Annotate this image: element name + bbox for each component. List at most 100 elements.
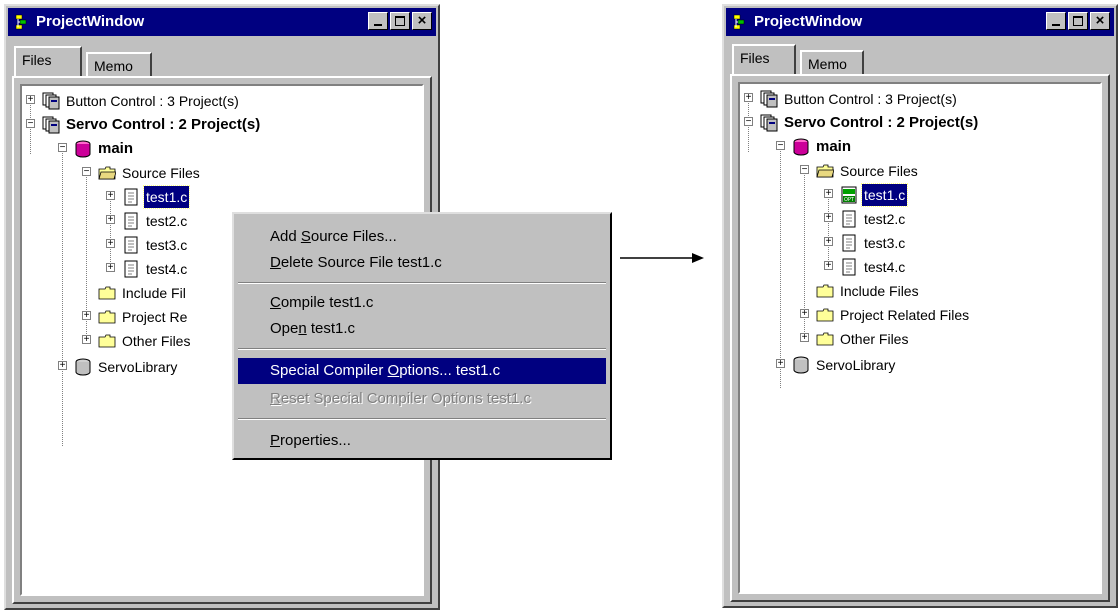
expand-icon[interactable]: +	[106, 215, 115, 225]
tab-files-label: Files	[740, 50, 770, 66]
tree-label: Other Files	[122, 333, 191, 349]
expand-icon[interactable]: +	[800, 309, 809, 319]
expand-icon[interactable]: +	[58, 361, 67, 371]
collapse-icon[interactable]: −	[26, 119, 35, 129]
expand-icon[interactable]: +	[106, 191, 115, 201]
tree-item-file[interactable]: + test3.c	[22, 234, 242, 256]
tree-item-file[interactable]: + test3.c	[740, 232, 960, 254]
expand-icon[interactable]: +	[106, 263, 115, 273]
tree-item-file[interactable]: + test1.c	[22, 185, 242, 209]
tree-label: ServoLibrary	[98, 359, 178, 375]
minimize-button[interactable]	[1046, 12, 1066, 30]
tree-label: Include Fil	[122, 285, 186, 301]
tab-memo[interactable]: Memo	[86, 52, 152, 78]
title-bar[interactable]: ProjectWindow ×	[726, 8, 1114, 36]
minimize-button[interactable]	[368, 12, 388, 30]
file-icon	[124, 236, 138, 254]
tree-item-project-related[interactable]: + Project Related Files	[740, 304, 1040, 326]
tree-label: test2.c	[146, 213, 188, 229]
tab-files[interactable]: Files	[732, 44, 796, 74]
tree-item-source-files[interactable]: − Source Files	[22, 162, 222, 184]
menu-item-delete-source-file[interactable]: Delete Source File test1.c	[238, 250, 606, 276]
expand-icon[interactable]: +	[26, 95, 35, 105]
tree-label: main	[98, 140, 134, 157]
tree-label: test2.c	[864, 211, 906, 227]
collapse-icon[interactable]: −	[776, 141, 785, 151]
menu-item-add-source-files[interactable]: Add Source Files...	[238, 224, 606, 250]
tree-item-other-files[interactable]: + Other Files	[740, 328, 980, 350]
maximize-button[interactable]	[1068, 12, 1088, 30]
tree-item-file[interactable]: + OPT test1.c	[740, 183, 960, 207]
tree-item-project-related[interactable]: + Project Re	[22, 306, 242, 328]
tree-item-servo-library[interactable]: + ServoLibrary	[22, 356, 242, 378]
tree-label: Include Files	[840, 283, 919, 299]
collapse-icon[interactable]: −	[82, 167, 91, 177]
folder-icon	[816, 308, 834, 322]
folder-icon	[98, 310, 116, 324]
tree-label: test3.c	[864, 235, 906, 251]
database-icon	[75, 140, 91, 158]
menu-item-open[interactable]: Open test1.c	[238, 316, 606, 342]
tree-item-source-files[interactable]: − Source Files	[740, 160, 940, 182]
tree-label: Source Files	[122, 165, 200, 181]
transition-arrow	[620, 253, 704, 263]
file-icon	[124, 188, 138, 206]
expand-icon[interactable]: +	[776, 359, 785, 369]
tree-item-servo-control[interactable]: − Servo Control : 2 Project(s)	[740, 112, 1060, 134]
tree-item-main[interactable]: − main	[740, 136, 940, 158]
tree-item-servo-library[interactable]: + ServoLibrary	[740, 354, 980, 376]
menu-item-special-compiler-options[interactable]: Special Compiler Options... test1.c	[238, 358, 606, 384]
expand-icon[interactable]: +	[824, 261, 833, 271]
file-icon	[842, 258, 856, 276]
close-button[interactable]: ×	[412, 12, 432, 30]
tree-item-button-control[interactable]: + Button Control : 3 Project(s)	[740, 88, 1060, 110]
tree-label: Project Re	[122, 309, 188, 325]
expand-icon[interactable]: +	[824, 237, 833, 247]
expand-icon[interactable]: +	[824, 189, 833, 199]
expand-icon[interactable]: +	[800, 333, 809, 343]
tree-item-button-control[interactable]: + Button Control : 3 Project(s)	[22, 90, 342, 112]
tree-item-file[interactable]: + test4.c	[740, 256, 960, 278]
collapse-icon[interactable]: −	[744, 117, 753, 127]
tree-label: main	[816, 138, 852, 155]
database-icon	[793, 138, 809, 156]
expand-icon[interactable]: +	[744, 93, 753, 103]
tab-memo[interactable]: Memo	[800, 50, 864, 76]
expand-icon[interactable]: +	[82, 311, 91, 321]
tree-item-servo-control[interactable]: − Servo Control : 2 Project(s)	[22, 114, 342, 136]
tree-item-other-files[interactable]: + Other Files	[22, 330, 242, 352]
tree-label: Project Related Files	[840, 307, 970, 323]
menu-item-properties[interactable]: Properties...	[238, 428, 606, 454]
expand-icon[interactable]: +	[82, 335, 91, 345]
tree-item-file[interactable]: + test2.c	[740, 208, 960, 230]
tree-item-include-files[interactable]: Include Fil	[22, 282, 242, 304]
svg-text:OPT: OPT	[844, 197, 855, 203]
tab-files-label: Files	[22, 52, 52, 68]
file-icon	[124, 212, 138, 230]
expand-icon[interactable]: +	[106, 239, 115, 249]
maximize-button[interactable]	[390, 12, 410, 30]
tree-label: Servo Control : 2 Project(s)	[784, 114, 979, 131]
tree-label: test4.c	[864, 259, 906, 275]
tab-files[interactable]: Files	[14, 46, 82, 76]
tree-item-main[interactable]: − main	[22, 138, 222, 160]
database-icon	[793, 356, 809, 374]
close-button[interactable]: ×	[1090, 12, 1110, 30]
tree-label: Other Files	[840, 331, 909, 347]
project-tree[interactable]: + Button Control : 3 Project(s) − Servo …	[738, 82, 1102, 594]
menu-item-compile[interactable]: Compile test1.c	[238, 290, 606, 316]
project-group-icon	[760, 114, 778, 132]
tree-item-file[interactable]: + test4.c	[22, 258, 242, 280]
tree-item-include-files[interactable]: Include Files	[740, 280, 980, 302]
file-icon	[842, 210, 856, 228]
tree-label: test4.c	[146, 261, 188, 277]
collapse-icon[interactable]: −	[800, 165, 809, 175]
collapse-icon[interactable]: −	[58, 143, 67, 153]
file-icon	[124, 260, 138, 278]
menu-separator	[238, 418, 606, 420]
tree-item-file[interactable]: + test2.c	[22, 210, 242, 232]
project-group-icon	[42, 116, 60, 134]
file-icon	[842, 234, 856, 252]
title-bar[interactable]: ProjectWindow ×	[8, 8, 436, 36]
expand-icon[interactable]: +	[824, 213, 833, 223]
